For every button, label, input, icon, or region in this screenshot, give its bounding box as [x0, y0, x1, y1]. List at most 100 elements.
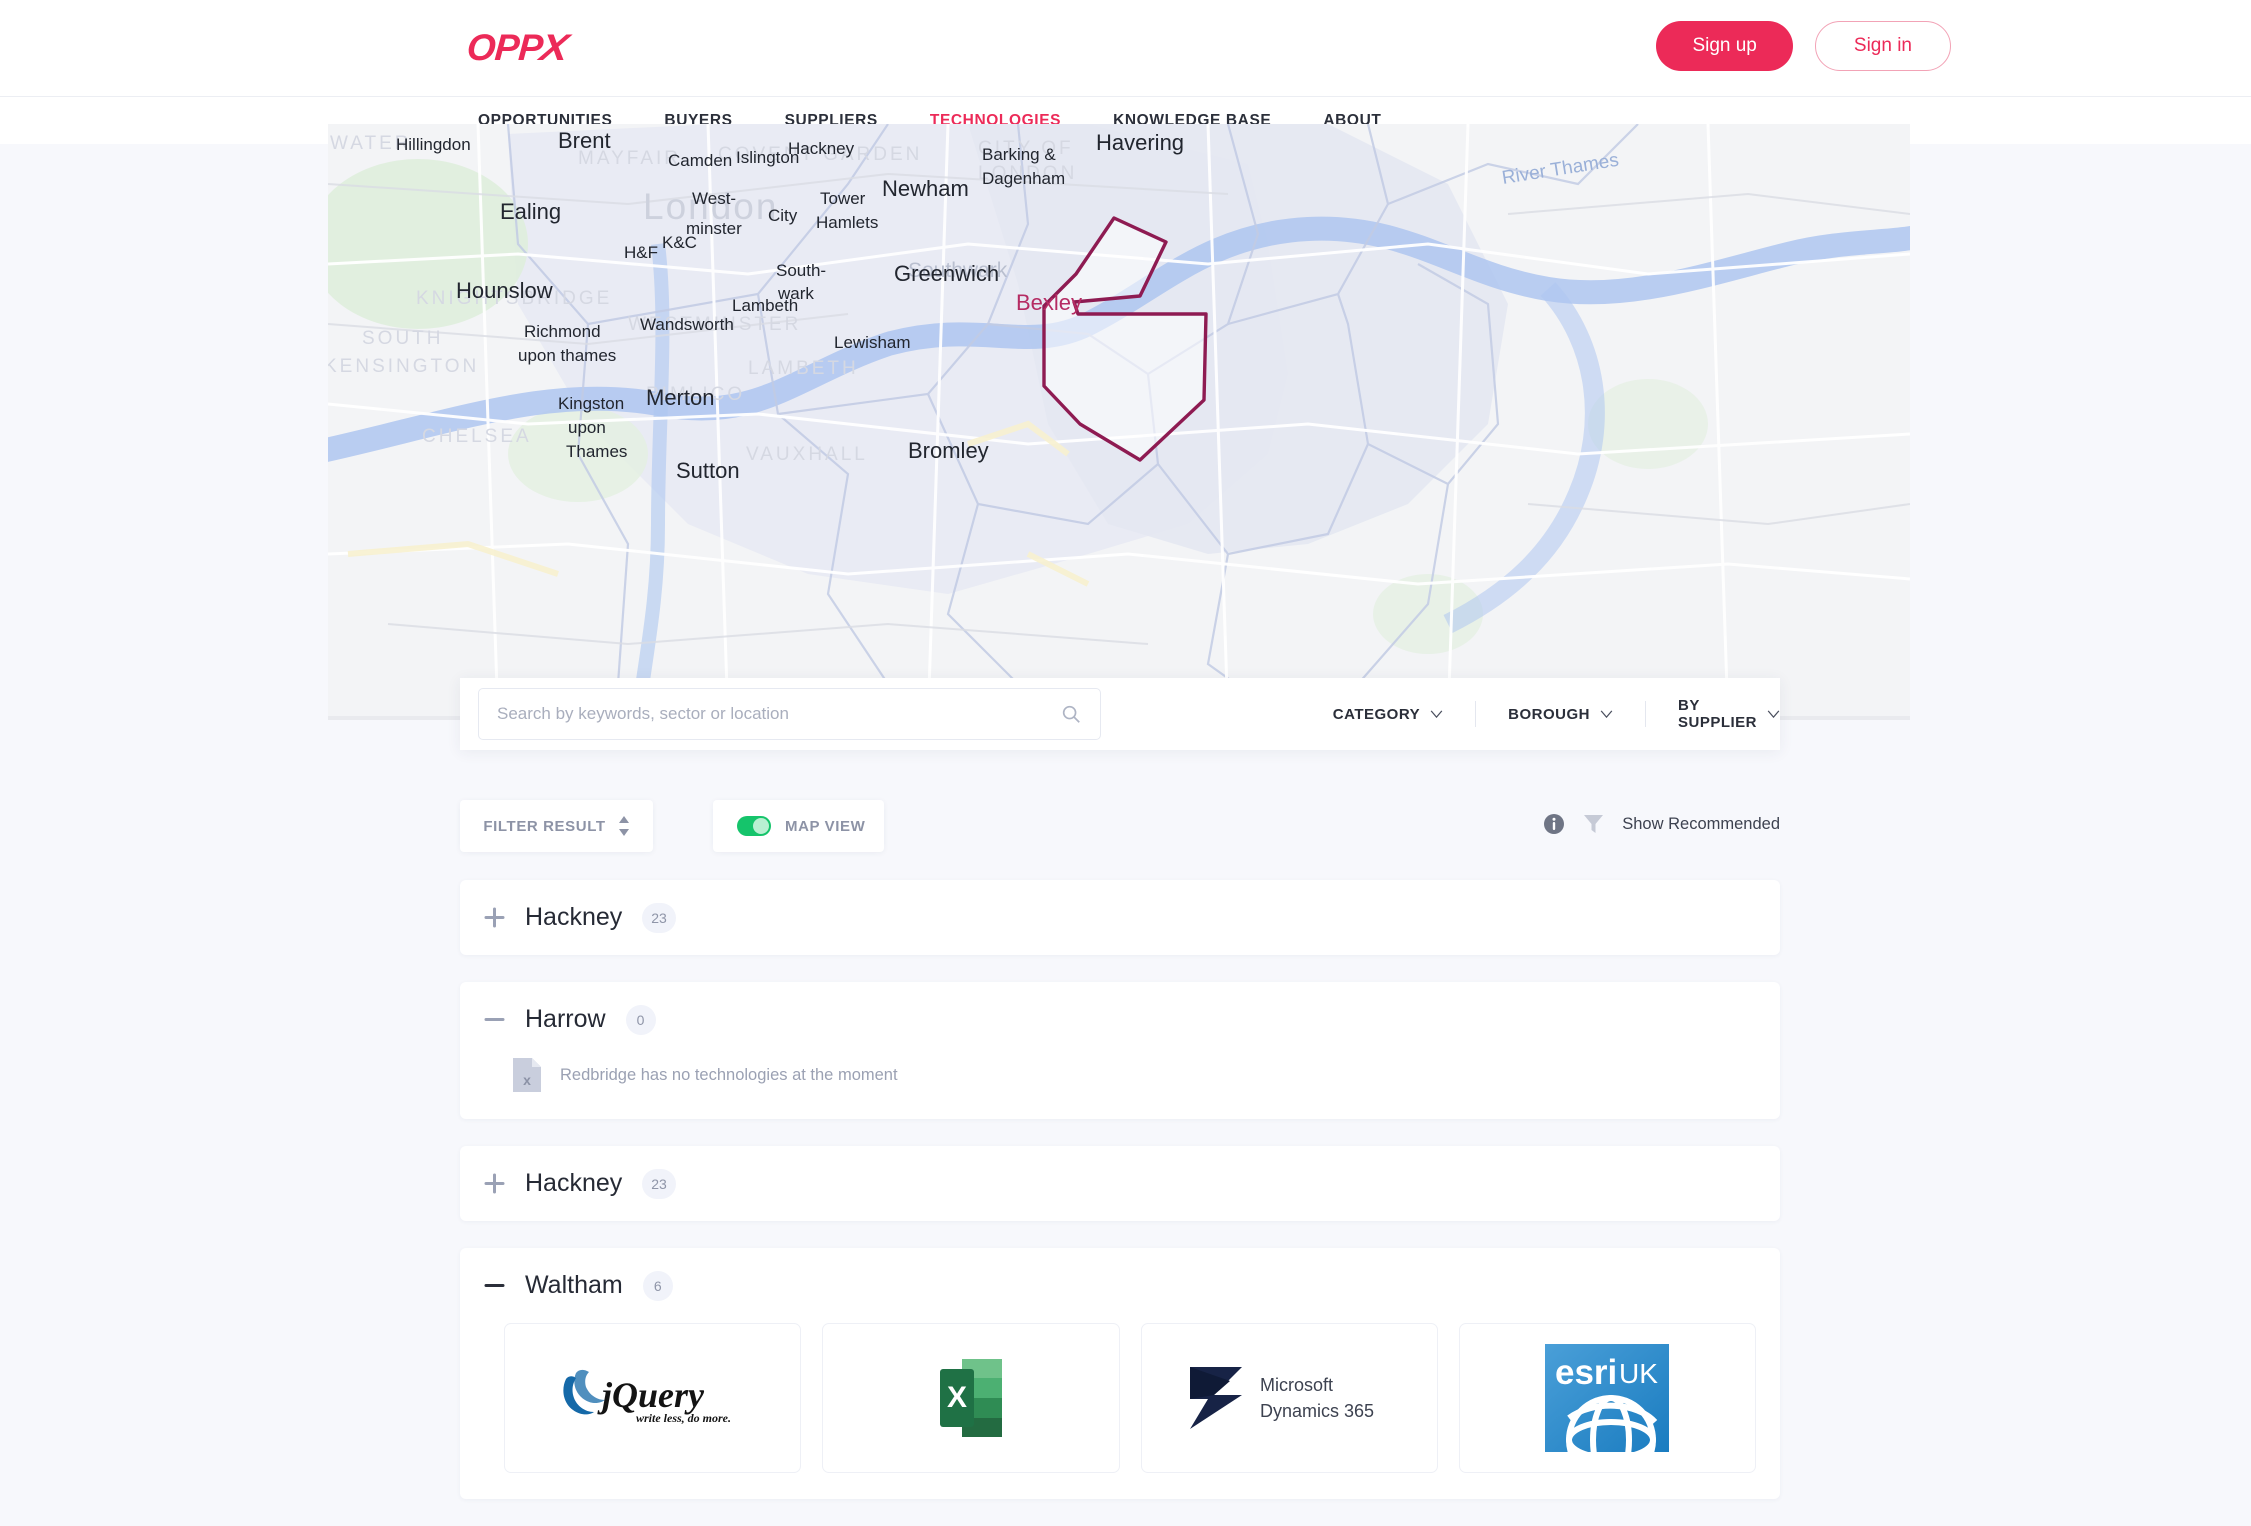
- filter-funnel-icon[interactable]: [1584, 814, 1604, 834]
- svg-text:esri: esri: [1555, 1353, 1617, 1392]
- svg-text:Havering: Havering: [1096, 130, 1184, 155]
- svg-text:VAUXHALL: VAUXHALL: [746, 444, 868, 465]
- map-view-toggle[interactable]: MAP VIEW: [713, 800, 884, 852]
- jquery-logo: jQuery write less, do more.: [563, 1369, 731, 1425]
- svg-text:Ealing: Ealing: [500, 199, 561, 224]
- plus-icon[interactable]: [484, 907, 505, 928]
- dropdown-category-label: CATEGORY: [1332, 705, 1421, 723]
- accordion-item: Hackney 23: [460, 1146, 1780, 1221]
- svg-text:Greenwich: Greenwich: [894, 261, 999, 286]
- svg-text:Newham: Newham: [882, 176, 969, 201]
- svg-text:Wandsworth: Wandsworth: [640, 315, 734, 334]
- svg-text:Kingston: Kingston: [558, 394, 624, 413]
- search-input[interactable]: [497, 704, 1060, 724]
- chevron-down-icon: [1430, 710, 1443, 718]
- svg-text:Thames: Thames: [566, 442, 627, 461]
- london-boroughs-map[interactable]: WATER MAYFAIR COVENT GARDEN CITY OF LOND…: [328, 124, 1910, 720]
- svg-text:Hamlets: Hamlets: [816, 213, 878, 232]
- accordion-title: Waltham: [525, 1271, 623, 1299]
- accordion-count-badge: 6: [642, 1270, 673, 1301]
- accordion-header-hackney-1[interactable]: Hackney 23: [460, 880, 1780, 955]
- svg-text:jQuery: jQuery: [597, 1375, 705, 1415]
- svg-text:Bromley: Bromley: [908, 438, 989, 463]
- chevron-down-icon: [1600, 710, 1613, 718]
- top-header-bar: OPPX Sign up Sign in: [0, 0, 2251, 96]
- svg-text:Lambeth: Lambeth: [732, 296, 798, 315]
- accordion-body: x Redbridge has no technologies at the m…: [460, 1057, 1780, 1119]
- accordion-item: Hackney 23: [460, 880, 1780, 955]
- borough-results-list: Hackney 23 Harrow 0 x Redbridge has no t…: [460, 880, 1780, 1526]
- logo-text: OPP: [465, 27, 544, 68]
- svg-text:Barking &: Barking &: [982, 145, 1056, 164]
- accordion-title: Hackney: [525, 1169, 623, 1197]
- svg-text:Lewisham: Lewisham: [834, 333, 911, 352]
- svg-text:LAMBETH: LAMBETH: [748, 358, 859, 379]
- dropdown-borough[interactable]: BOROUGH: [1476, 701, 1646, 727]
- map-view-switch[interactable]: [737, 816, 771, 836]
- svg-text:City: City: [768, 206, 798, 225]
- technology-card-jquery[interactable]: jQuery write less, do more.: [504, 1323, 802, 1473]
- svg-text:X: X: [947, 1381, 967, 1414]
- filter-result-label: FILTER RESULT: [483, 817, 606, 835]
- accordion-title: Hackney: [525, 903, 623, 931]
- oppx-logo[interactable]: OPPX: [465, 27, 571, 69]
- svg-text:write less, do more.: write less, do more.: [636, 1411, 731, 1425]
- results-controls-row: FILTER RESULT MAP VIEW Show Recommended: [460, 800, 1780, 862]
- svg-text:upon: upon: [568, 418, 606, 437]
- svg-text:Hounslow: Hounslow: [456, 278, 553, 303]
- svg-text:Dynamics 365: Dynamics 365: [1260, 1401, 1374, 1421]
- show-recommended-label[interactable]: Show Recommended: [1622, 815, 1780, 834]
- svg-text:Camden: Camden: [668, 151, 732, 170]
- accordion-header-harrow[interactable]: Harrow 0: [460, 982, 1780, 1057]
- svg-text:Sutton: Sutton: [676, 458, 740, 483]
- sign-up-button[interactable]: Sign up: [1656, 21, 1793, 71]
- sort-arrows-icon: [618, 816, 629, 836]
- svg-text:Hillingdon: Hillingdon: [396, 135, 471, 154]
- search-panel: CATEGORY BOROUGH BY SUPPLIER: [460, 678, 1780, 750]
- accordion-header-hackney-2[interactable]: Hackney 23: [460, 1146, 1780, 1221]
- accordion-title: Harrow: [525, 1005, 606, 1033]
- svg-text:H&F: H&F: [624, 243, 658, 262]
- svg-text:x: x: [523, 1072, 531, 1088]
- microsoft-excel-logo: X: [939, 1359, 1002, 1437]
- accordion-item: Harrow 0 x Redbridge has no technologies…: [460, 982, 1780, 1119]
- svg-text:Hackney: Hackney: [788, 139, 855, 158]
- map-view-label: MAP VIEW: [785, 817, 866, 835]
- filter-result-button[interactable]: FILTER RESULT: [460, 800, 653, 852]
- switch-knob: [753, 818, 769, 834]
- map-canvas: WATER MAYFAIR COVENT GARDEN CITY OF LOND…: [328, 124, 1910, 720]
- svg-text:Merton: Merton: [646, 385, 714, 410]
- minus-icon[interactable]: [484, 1009, 505, 1030]
- search-box[interactable]: [478, 688, 1101, 740]
- dropdown-by-supplier-label: BY SUPPLIER: [1677, 697, 1757, 731]
- technology-card-microsoft-dynamics-365[interactable]: Microsoft Dynamics 365: [1140, 1323, 1438, 1473]
- accordion-header-waltham[interactable]: Waltham 6: [460, 1248, 1780, 1323]
- svg-text:Microsoft: Microsoft: [1260, 1375, 1333, 1395]
- technology-cards: jQuery write less, do more. X Microsoft …: [484, 1323, 1756, 1473]
- minus-icon[interactable]: [484, 1275, 505, 1296]
- accordion-item: Waltham 6 jQuery write less, do more. X …: [460, 1248, 1780, 1499]
- accordion-count-badge: 23: [642, 1168, 676, 1199]
- technology-card-microsoft-excel[interactable]: X: [822, 1323, 1120, 1473]
- svg-text:UK: UK: [1619, 1358, 1658, 1389]
- svg-text:Tower: Tower: [820, 189, 866, 208]
- svg-text:West-: West-: [692, 189, 736, 208]
- chevron-down-icon: [1767, 710, 1780, 718]
- empty-state-message: Redbridge has no technologies at the mom…: [560, 1065, 898, 1084]
- no-file-icon: x: [513, 1058, 541, 1092]
- svg-text:Brent: Brent: [558, 128, 611, 153]
- esri-uk-logo: esri UK: [1545, 1344, 1670, 1452]
- svg-text:Dagenham: Dagenham: [982, 169, 1065, 188]
- dropdown-category[interactable]: CATEGORY: [1301, 701, 1477, 727]
- search-icon[interactable]: [1060, 703, 1082, 725]
- svg-text:Richmond: Richmond: [524, 322, 601, 341]
- sign-in-button[interactable]: Sign in: [1814, 21, 1951, 71]
- auth-buttons: Sign up Sign in: [1656, 21, 1951, 71]
- plus-icon[interactable]: [484, 1173, 505, 1194]
- search-filter-dropdowns: CATEGORY BOROUGH BY SUPPLIER: [1301, 697, 1780, 731]
- technology-card-esri-uk[interactable]: esri UK: [1458, 1323, 1756, 1473]
- svg-text:South-: South-: [776, 261, 826, 280]
- accordion-body: jQuery write less, do more. X Microsoft …: [460, 1323, 1780, 1499]
- info-icon[interactable]: [1543, 813, 1565, 835]
- dropdown-by-supplier[interactable]: BY SUPPLIER: [1646, 697, 1780, 731]
